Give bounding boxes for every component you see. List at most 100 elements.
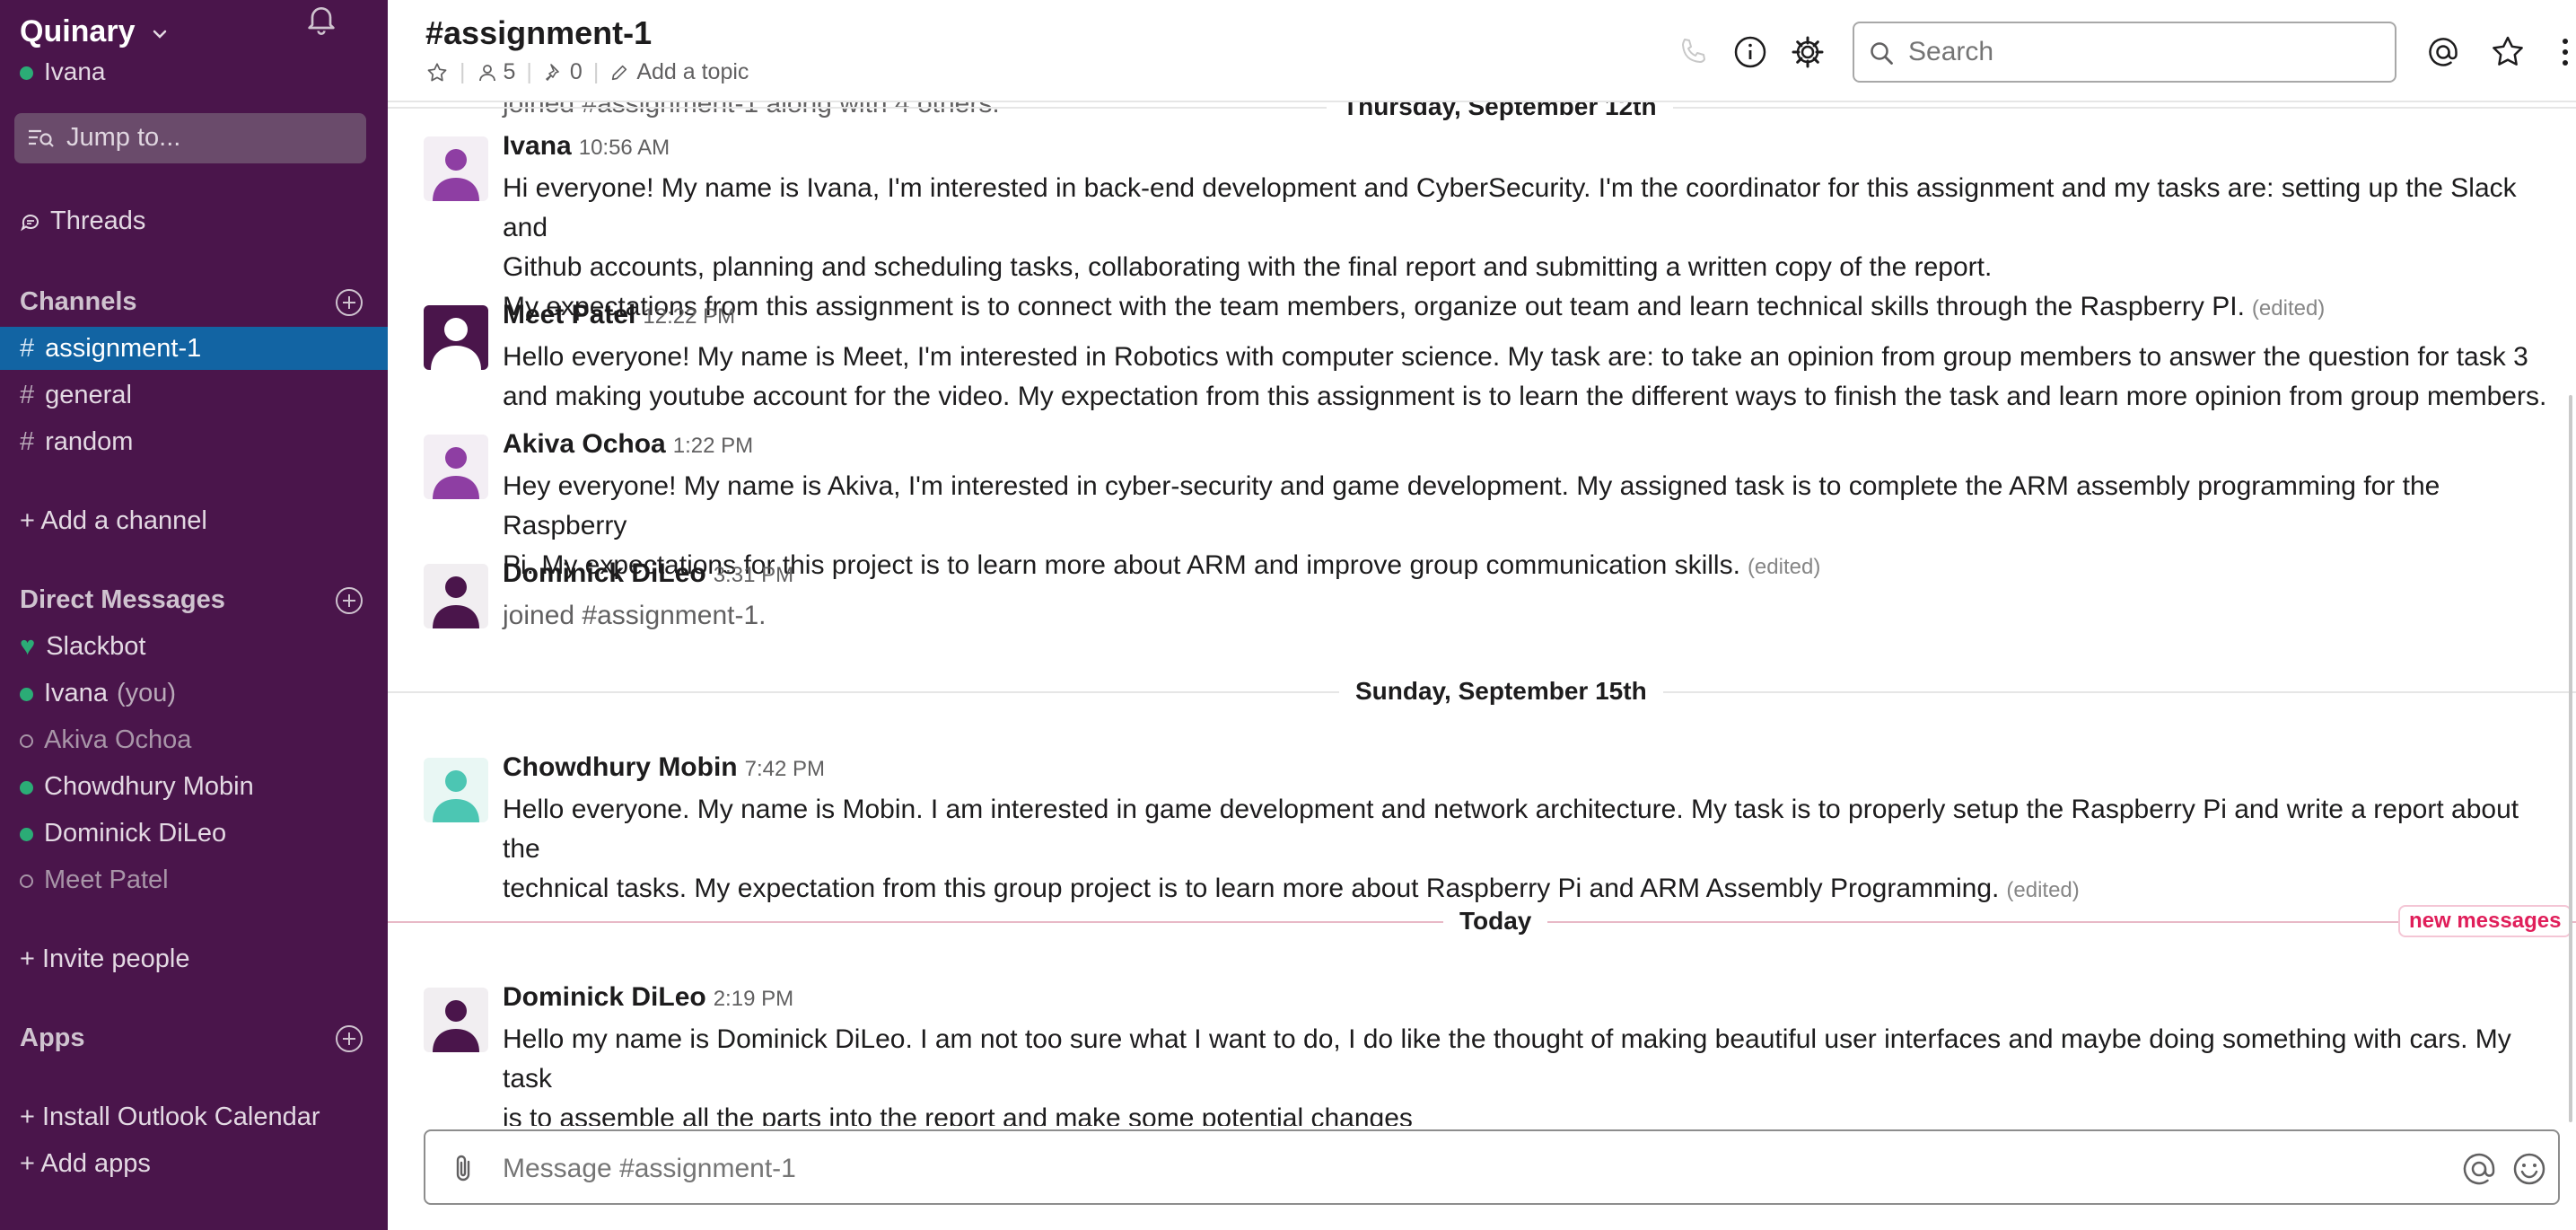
avatar[interactable]	[424, 564, 488, 628]
message-text-line: Pi. My expectations for this project is …	[503, 546, 2549, 587]
message-text-line: My expectations from this assignment is …	[503, 287, 2549, 329]
separator: |	[526, 59, 532, 84]
more-options-icon[interactable]	[2547, 34, 2576, 70]
mention-icon[interactable]	[2459, 1149, 2499, 1189]
date-divider-today[interactable]: Today	[1443, 907, 1548, 936]
message-timestamp[interactable]: 1:22 PM	[673, 434, 753, 458]
presence-away-icon	[20, 874, 33, 888]
message-body: Hello everyone! My name is Meet, I'm int…	[503, 338, 2549, 417]
add-app-icon[interactable]	[334, 1024, 364, 1054]
dm-name: Dominick DiLeo	[44, 819, 227, 848]
channel-meta: | 5 | 0 | Add a topic	[425, 59, 749, 85]
avatar[interactable]	[424, 435, 488, 499]
sidebar-item-general[interactable]: # general	[0, 373, 388, 417]
info-icon[interactable]	[1732, 34, 1768, 70]
bell-icon[interactable]	[303, 0, 339, 38]
message-sender[interactable]: Chowdhury Mobin 7:42 PM	[503, 752, 825, 783]
date-divider-thursday[interactable]: Thursday, September 12th	[1327, 102, 1673, 121]
dm-chowdhury-mobin[interactable]: Chowdhury Mobin	[0, 765, 388, 808]
user-avatar-icon	[424, 988, 488, 1052]
message-input[interactable]	[503, 1149, 2388, 1189]
message-text: Github accounts, planning and scheduling…	[503, 252, 1993, 282]
message-timestamp[interactable]: 7:42 PM	[745, 757, 825, 781]
dm-name: Meet Patel	[44, 865, 169, 894]
edited-label: (edited)	[2251, 296, 2326, 321]
message-sender[interactable]: Ivana 10:56 AM	[503, 131, 670, 162]
message-sender[interactable]: Dominick DiLeo 2:19 PM	[503, 982, 793, 1013]
add-topic-link[interactable]: Add a topic	[636, 59, 749, 85]
jump-to-button[interactable]: Jump to...	[14, 113, 366, 163]
message-text: My expectations from this assignment is …	[503, 292, 2245, 321]
message-timestamp[interactable]: 3:31 PM	[714, 563, 793, 587]
dm-dominick-dileo[interactable]: Dominick DiLeo	[0, 812, 388, 855]
channels-heading[interactable]: Channels	[20, 287, 137, 317]
phone-icon[interactable]	[1675, 34, 1711, 70]
presence-online-icon	[20, 827, 33, 841]
edited-label: (edited)	[1747, 555, 1821, 579]
direct-messages-heading[interactable]: Direct Messages	[20, 585, 225, 615]
sender-name[interactable]: Meet Patel	[503, 300, 635, 329]
add-apps-link[interactable]: + Add apps	[0, 1142, 388, 1185]
search-field[interactable]	[1853, 22, 2396, 83]
message-timestamp[interactable]: 10:56 AM	[579, 136, 670, 160]
sidebar-item-random[interactable]: # random	[0, 420, 388, 463]
sidebar-item-assignment-1[interactable]: # assignment-1	[0, 327, 388, 370]
search-input[interactable]	[1908, 34, 2375, 70]
dm-slackbot[interactable]: ♥ Slackbot	[0, 625, 388, 668]
star-icon[interactable]	[425, 61, 449, 84]
avatar[interactable]	[424, 136, 488, 201]
message-text: technical tasks. My expectation from thi…	[503, 874, 2000, 903]
invite-people-link[interactable]: + Invite people	[0, 937, 388, 980]
dm-ivana[interactable]: Ivana (you)	[0, 672, 388, 715]
message-text: Hello everyone! My name is Meet, I'm int…	[503, 342, 2528, 372]
sender-name[interactable]: Akiva Ochoa	[503, 429, 666, 459]
scrollbar[interactable]	[2569, 395, 2572, 1122]
message-text: Hello everyone. My name is Mobin. I am i…	[503, 795, 2519, 864]
sidebar-item-threads[interactable]: Threads	[20, 206, 145, 236]
message-sender[interactable]: Dominick DiLeo 3:31 PM	[503, 558, 793, 589]
avatar[interactable]	[424, 988, 488, 1052]
pin-count[interactable]: 0	[570, 59, 583, 85]
message-body: Hi everyone! My name is Ivana, I'm inter…	[503, 169, 2549, 329]
add-channel-link[interactable]: + Add a channel	[0, 499, 388, 542]
sender-name[interactable]: Ivana	[503, 131, 572, 161]
message-text: Hi everyone! My name is Ivana, I'm inter…	[503, 173, 2517, 242]
dm-meet-patel[interactable]: Meet Patel	[0, 858, 388, 901]
sender-name[interactable]: Chowdhury Mobin	[503, 752, 738, 782]
message-timestamp[interactable]: 2:19 PM	[714, 987, 793, 1011]
channel-title[interactable]: #assignment-1	[425, 14, 652, 52]
pin-icon[interactable]	[543, 62, 565, 83]
sender-name[interactable]: Dominick DiLeo	[503, 558, 706, 588]
message-text-line: technical tasks. My expectation from thi…	[503, 869, 2549, 910]
message-sender[interactable]: Meet Patel 12:22 PM	[503, 300, 735, 330]
avatar[interactable]	[424, 758, 488, 822]
message-list[interactable]: joined #assignment-1 along with 4 others…	[388, 102, 2576, 1126]
message-sender[interactable]: Akiva Ochoa 1:22 PM	[503, 429, 753, 460]
apps-heading[interactable]: Apps	[20, 1024, 85, 1053]
member-count[interactable]: 5	[504, 59, 516, 85]
message-composer[interactable]	[424, 1129, 2560, 1205]
gear-icon[interactable]	[1790, 34, 1826, 70]
add-channel-icon[interactable]	[334, 287, 364, 318]
jump-to-icon	[29, 129, 54, 147]
separator: |	[460, 59, 466, 84]
search-icon	[1871, 42, 1893, 65]
message-body: Hello my name is Dominick DiLeo. I am no…	[503, 1020, 2549, 1126]
add-dm-icon[interactable]	[334, 585, 364, 616]
message-timestamp[interactable]: 12:22 PM	[643, 304, 735, 329]
date-divider-sunday[interactable]: Sunday, September 15th	[1339, 677, 1663, 706]
install-outlook-calendar-link[interactable]: + Install Outlook Calendar	[0, 1095, 388, 1138]
dm-akiva-ochoa[interactable]: Akiva Ochoa	[0, 718, 388, 761]
starred-items-icon[interactable]	[2490, 34, 2526, 70]
heart-icon: ♥	[20, 632, 36, 661]
mentions-icon[interactable]	[2425, 34, 2461, 70]
members-icon[interactable]	[477, 62, 498, 83]
you-suffix: (you)	[116, 679, 177, 707]
emoji-icon[interactable]	[2510, 1149, 2549, 1189]
user-avatar-icon	[424, 564, 488, 628]
avatar[interactable]	[424, 305, 488, 370]
paperclip-icon[interactable]	[445, 1151, 481, 1187]
message-text: Hey everyone! My name is Akiva, I'm inte…	[503, 471, 2440, 540]
presence-online-icon	[20, 780, 33, 795]
sender-name[interactable]: Dominick DiLeo	[503, 982, 706, 1012]
